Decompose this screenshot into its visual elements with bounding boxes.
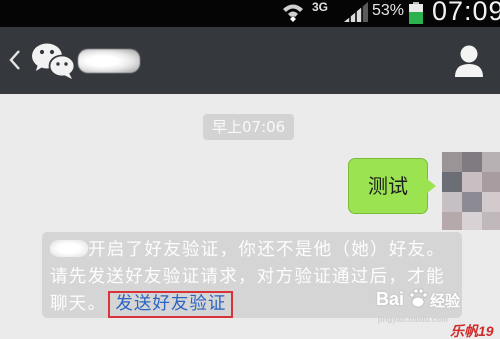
battery-percent: 53% — [372, 2, 405, 19]
avatar[interactable] — [442, 152, 500, 230]
cell-signal-icon — [344, 2, 368, 22]
redacted-name — [50, 240, 88, 257]
status-bar: 3G 53% 07:09 — [0, 0, 500, 27]
outgoing-message-bubble[interactable]: 测试 — [348, 158, 428, 214]
network-type: 3G — [312, 0, 329, 14]
watermark-corner: 乐帆19 — [450, 323, 494, 339]
baidu-paw-icon — [409, 288, 428, 308]
clock: 07:09 — [432, 0, 500, 26]
chevron-left-icon[interactable] — [8, 47, 22, 73]
chat-header — [0, 27, 500, 94]
battery-icon — [409, 2, 423, 24]
watermark-jingyan: 经验 — [430, 292, 461, 310]
contact-name-redacted — [78, 49, 140, 73]
bubble-tail — [426, 178, 436, 194]
send-verification-link[interactable]: 发送好友验证 — [108, 291, 234, 318]
watermark-url: jingyan.baidu.com — [378, 315, 449, 324]
baidu-jingyan-watermark: Bai 经验 jingyan.baidu.com 乐帆19 — [376, 284, 500, 339]
person-icon[interactable] — [454, 45, 484, 77]
wechat-logo-icon — [32, 43, 76, 79]
watermark-brand: Bai — [376, 289, 405, 309]
message-timestamp: 早上07:06 — [203, 114, 295, 140]
wifi-icon — [283, 4, 303, 22]
